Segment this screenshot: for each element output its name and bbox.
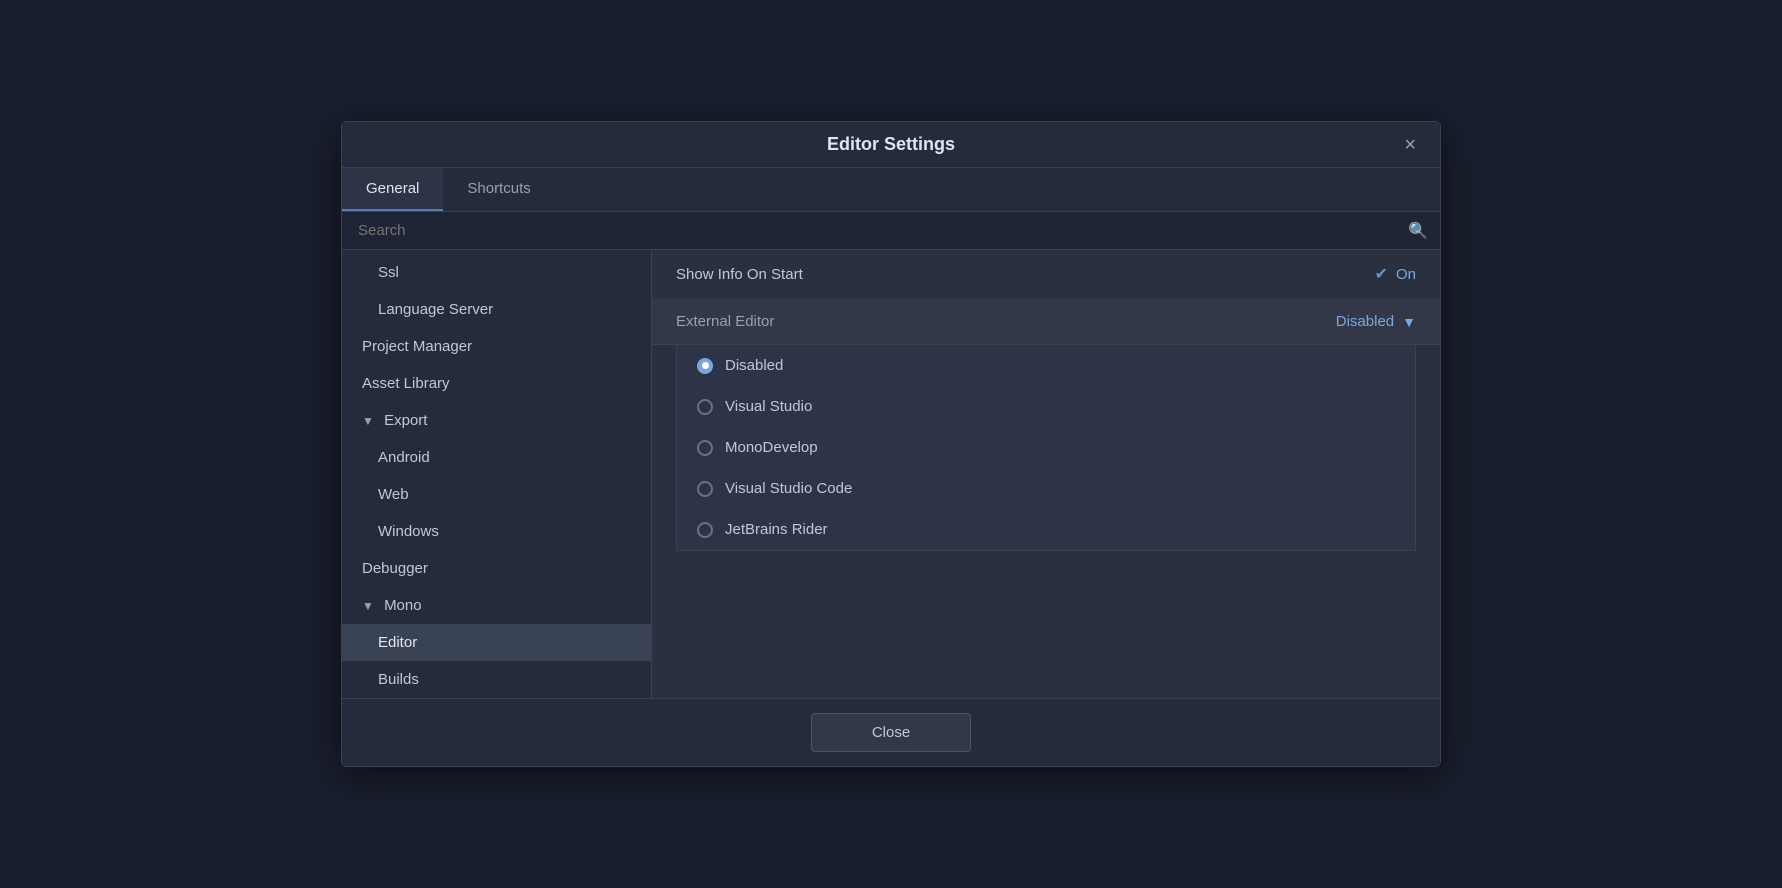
sidebar-item-ssl[interactable]: Ssl — [342, 254, 651, 291]
checkbox-checked-icon: ✔ — [1375, 264, 1388, 284]
tab-general[interactable]: General — [342, 168, 443, 211]
sidebar-item-debugger[interactable]: Debugger — [342, 550, 651, 587]
external-editor-popup: Disabled Visual Studio MonoDevelop Visua… — [676, 345, 1416, 551]
option-visual-studio-code[interactable]: Visual Studio Code — [677, 468, 1415, 509]
sidebar-item-export[interactable]: ▼ Export — [342, 402, 651, 439]
external-editor-label: External Editor — [676, 313, 1336, 330]
external-editor-current-value: Disabled — [1336, 313, 1394, 330]
close-button[interactable]: Close — [811, 713, 971, 752]
dialog-title: Editor Settings — [827, 134, 955, 155]
sidebar-item-asset-library[interactable]: Asset Library — [342, 365, 651, 402]
radio-empty-icon — [697, 440, 713, 456]
sidebar-item-builds[interactable]: Builds — [342, 661, 651, 698]
option-visual-studio[interactable]: Visual Studio — [677, 386, 1415, 427]
radio-empty-icon — [697, 481, 713, 497]
search-input[interactable] — [354, 212, 1408, 249]
external-editor-row: External Editor Disabled ▼ — [652, 299, 1440, 345]
sidebar-item-android[interactable]: Android — [342, 439, 651, 476]
close-icon[interactable]: × — [1396, 131, 1424, 159]
editor-settings-dialog: Editor Settings × General Shortcuts 🔍 Ss… — [341, 121, 1441, 767]
chevron-down-icon: ▼ — [362, 599, 374, 613]
sidebar-item-mono[interactable]: ▼ Mono — [342, 587, 651, 624]
tabs-bar: General Shortcuts — [342, 168, 1440, 212]
radio-selected-icon — [697, 358, 713, 374]
dialog-footer: Close — [342, 698, 1440, 766]
radio-inner-dot — [702, 362, 709, 369]
sidebar-item-editor[interactable]: Editor — [342, 624, 651, 661]
show-info-on-value: On — [1396, 266, 1416, 283]
external-editor-dropdown[interactable]: Disabled ▼ — [1336, 313, 1416, 330]
option-jetbrains-rider[interactable]: JetBrains Rider — [677, 509, 1415, 550]
option-disabled[interactable]: Disabled — [677, 345, 1415, 386]
show-info-value[interactable]: ✔ On — [1375, 264, 1416, 284]
option-monodevelop[interactable]: MonoDevelop — [677, 427, 1415, 468]
chevron-down-icon: ▼ — [1402, 314, 1416, 330]
search-icon: 🔍 — [1408, 221, 1428, 241]
chevron-down-icon: ▼ — [362, 414, 374, 428]
sidebar: Ssl Language Server Project Manager Asse… — [342, 250, 652, 698]
radio-empty-icon — [697, 399, 713, 415]
sidebar-item-windows[interactable]: Windows — [342, 513, 651, 550]
tab-shortcuts[interactable]: Shortcuts — [443, 168, 554, 211]
main-panel: Show Info On Start ✔ On External Editor … — [652, 250, 1440, 698]
show-info-label: Show Info On Start — [676, 266, 1375, 283]
search-bar: 🔍 — [342, 212, 1440, 250]
radio-empty-icon — [697, 522, 713, 538]
title-bar: Editor Settings × — [342, 122, 1440, 168]
show-info-on-start-row: Show Info On Start ✔ On — [652, 250, 1440, 299]
content-area: Ssl Language Server Project Manager Asse… — [342, 250, 1440, 698]
sidebar-item-project-manager[interactable]: Project Manager — [342, 328, 651, 365]
sidebar-item-web[interactable]: Web — [342, 476, 651, 513]
sidebar-item-language-server[interactable]: Language Server — [342, 291, 651, 328]
